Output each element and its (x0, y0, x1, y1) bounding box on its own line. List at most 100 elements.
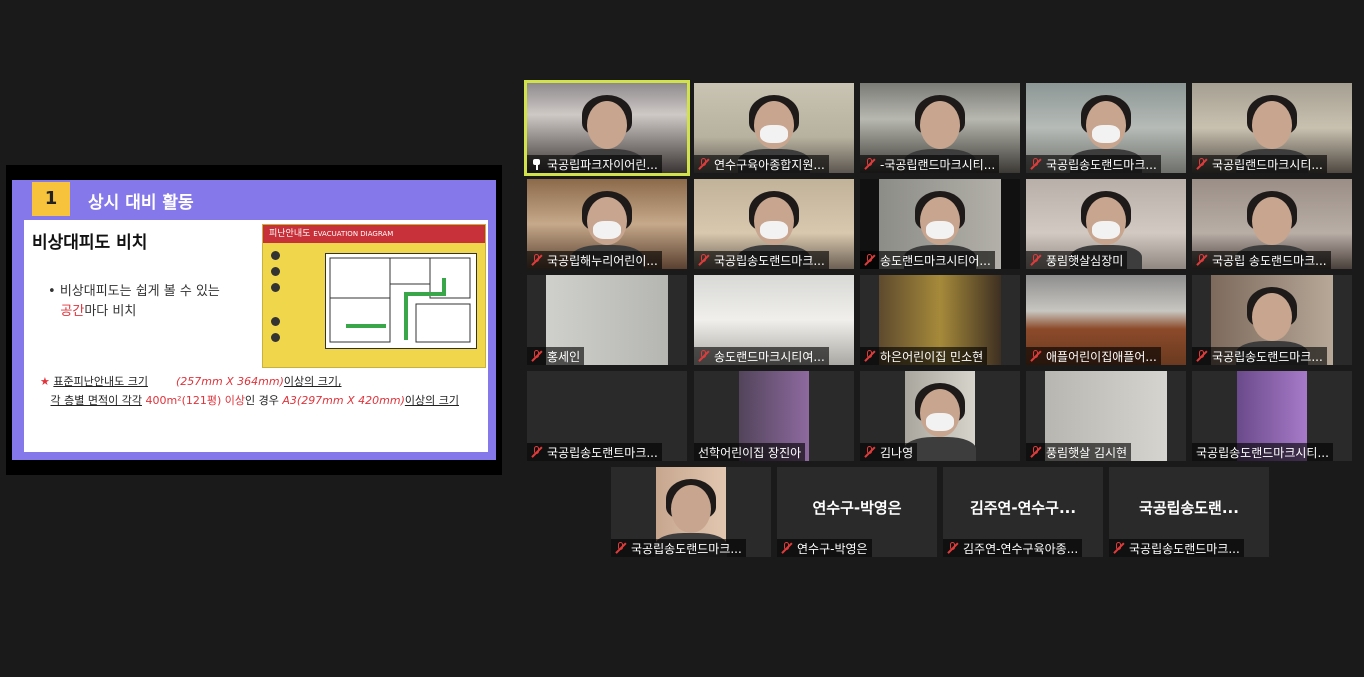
participant-name: 선학어린이집 장진아 (698, 445, 802, 460)
participant-name: 국공립송도랜드마크... (1129, 541, 1240, 556)
map-legend-dot (271, 267, 280, 276)
participant-name-bar: 김나영 (860, 443, 918, 461)
participant-name: 연수구육아종합지원... (714, 157, 825, 172)
participant-tile[interactable]: 국공립파크자이어린... (524, 80, 690, 176)
participant-tile[interactable]: 송도랜드마크시티여... (694, 275, 854, 365)
participant-name-bar: 송도랜드마크시티어... (860, 251, 995, 269)
footnote-line1-b: 이상의 크기, (283, 375, 342, 388)
participant-tile[interactable]: 국공립송도랜드마크... (611, 467, 771, 557)
participant-name: 풍림햇살 김시현 (1046, 445, 1128, 460)
slide-footnote: ★ 표준피난안내도 크기 (257mm X 364mm)이상의 크기, 각 층별… (40, 372, 459, 410)
muted-mic-icon (531, 446, 543, 458)
participant-name-bar: 국공립해누리어린이... (527, 251, 662, 269)
muted-mic-icon (1030, 158, 1042, 170)
participant-name-bar: 연수구-박영은 (777, 539, 872, 557)
footnote-line2-c: 이상의 크기 (404, 394, 459, 407)
participant-tile[interactable]: 김나영 (860, 371, 1020, 461)
muted-mic-icon (1196, 158, 1208, 170)
participant-name: 국공립파크자이어린... (547, 157, 658, 172)
participant-tile[interactable]: 풍림햇살 김시현 (1026, 371, 1186, 461)
participant-name: 김나영 (880, 445, 914, 460)
participant-tile[interactable]: 김주연-연수구... 김주연-연수구육아종... (943, 467, 1103, 557)
participant-name-bar: 국공립송도랜트마크... (527, 443, 662, 461)
footnote-size1: (257mm X 364mm) (175, 375, 284, 388)
participant-name-bar: 하은어린이집 민소현 (860, 347, 988, 365)
participant-name-bar: 국공립송도랜드마크... (611, 539, 746, 557)
footnote-size2: A3(297mm X 420mm) (282, 394, 405, 407)
star-icon: ★ (40, 375, 50, 388)
floor-plan-drawing (329, 257, 471, 343)
muted-mic-icon (947, 542, 959, 554)
slide-bullet: • 비상대피도는 쉽게 볼 수 있는 공간마다 비치 (48, 284, 220, 319)
participant-tile[interactable]: 선학어린이집 장진아 (694, 371, 854, 461)
participant-name: 국공립송도랜드마크... (714, 253, 825, 268)
participant-mask (593, 221, 621, 239)
participant-name: 홍세인 (547, 349, 581, 364)
floor-plan (325, 253, 477, 349)
participant-tile[interactable]: 국공립송도랜... 국공립송도랜드마크... (1109, 467, 1269, 557)
participant-tile[interactable]: 연수구-박영은 연수구-박영은 (777, 467, 937, 557)
participant-tile[interactable]: 국공립 송도랜드마크... (1192, 179, 1352, 269)
bullet-line2: 마다 비치 (84, 304, 137, 319)
participant-tile[interactable]: -국공립랜드마크시티... (860, 83, 1020, 173)
participant-mask (760, 125, 788, 143)
participant-tile[interactable]: 국공립해누리어린이... (527, 179, 687, 269)
muted-mic-icon (531, 350, 543, 362)
muted-mic-icon (615, 542, 627, 554)
muted-mic-icon (781, 542, 793, 554)
participant-face (671, 485, 711, 533)
participant-name: 국공립해누리어린이... (547, 253, 658, 268)
participant-face (920, 101, 960, 149)
participant-name-bar: 풍림햇살심장미 (1026, 251, 1128, 269)
slide-body: 비상대피도 비치 • 비상대피도는 쉽게 볼 수 있는 공간마다 비치 피난안내… (24, 220, 488, 452)
muted-mic-icon (698, 254, 710, 266)
participant-name-bar: 김주연-연수구육아종... (943, 539, 1083, 557)
participant-tile[interactable]: 애플어린이집애플어... (1026, 275, 1186, 365)
participant-mask (1092, 125, 1120, 143)
participant-display-name: 연수구-박영은 (812, 499, 902, 517)
evacuation-map-image: 피난안내도 EVACUATION DIAGRAM (262, 224, 486, 368)
participant-name-bar: 국공립파크자이어린... (527, 155, 662, 173)
participant-name: 국공립송도랜드마크시티... (1196, 445, 1329, 460)
map-legend-dot (271, 317, 280, 326)
participant-tile[interactable]: 하은어린이집 민소현 (860, 275, 1020, 365)
participant-tile[interactable]: 국공립송도랜드마크... (1026, 83, 1186, 173)
participant-name-bar: 국공립송도랜드마크... (1109, 539, 1244, 557)
participant-tile[interactable]: 송도랜드마크시티어... (860, 179, 1020, 269)
participant-tile[interactable]: 연수구육아종합지원... (694, 83, 854, 173)
muted-mic-icon (864, 254, 876, 266)
participant-name-bar: 국공립송도랜드마크... (1026, 155, 1161, 173)
slide-number: 1 (32, 182, 70, 216)
muted-mic-icon (531, 254, 543, 266)
pin-icon (531, 158, 543, 170)
map-title-en: EVACUATION DIAGRAM (313, 230, 394, 238)
participant-name-bar: 국공립 송도랜드마크... (1192, 251, 1331, 269)
participant-face (1252, 101, 1292, 149)
participant-tile[interactable]: 홍세인 (527, 275, 687, 365)
participant-tile[interactable]: 국공립송도랜드마크... (694, 179, 854, 269)
participant-name-bar: 국공립송도랜드마크... (1192, 347, 1327, 365)
participant-name-bar: -국공립랜드마크시티... (860, 155, 1000, 173)
participant-mask (926, 413, 954, 431)
participant-tile[interactable]: 국공립송도랜드마크... (1192, 275, 1352, 365)
muted-mic-icon (864, 158, 876, 170)
slide-title: 상시 대비 활동 (88, 193, 194, 213)
participant-name: 국공립송도랜드마크... (1212, 349, 1323, 364)
muted-mic-icon (698, 158, 710, 170)
muted-mic-icon (864, 446, 876, 458)
participant-face (1252, 197, 1292, 245)
participant-tile[interactable]: 국공립송도랜트마크... (527, 371, 687, 461)
footnote-area: 400m²(121평) 이상 (145, 394, 246, 407)
participant-name-bar: 국공립송도랜드마크... (694, 251, 829, 269)
participant-tile[interactable]: 풍림햇살심장미 (1026, 179, 1186, 269)
participant-name: 풍림햇살심장미 (1046, 253, 1124, 268)
participant-name: 국공립송도랜드마크... (1046, 157, 1157, 172)
participant-tile[interactable]: 국공립랜드마크시티... (1192, 83, 1352, 173)
participant-face (1252, 293, 1292, 341)
participant-name: 송도랜드마크시티어... (880, 253, 991, 268)
participant-tile[interactable]: 국공립송도랜드마크시티... (1192, 371, 1352, 461)
participant-name-bar: 풍림햇살 김시현 (1026, 443, 1132, 461)
participant-mask (1092, 221, 1120, 239)
participant-name: 국공립 송도랜드마크... (1212, 253, 1327, 268)
slide-header: 1 상시 대비 활동 (12, 180, 496, 218)
